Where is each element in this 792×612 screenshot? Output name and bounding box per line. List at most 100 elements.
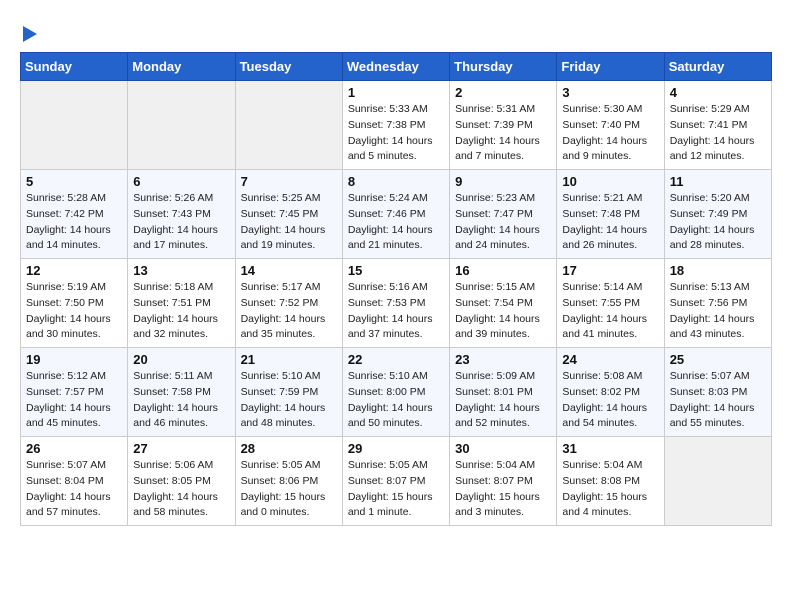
day-info: Sunrise: 5:33 AMSunset: 7:38 PMDaylight:… (348, 102, 444, 165)
day-info: Sunrise: 5:16 AMSunset: 7:53 PMDaylight:… (348, 280, 444, 343)
calendar-week-4: 19Sunrise: 5:12 AMSunset: 7:57 PMDayligh… (21, 348, 772, 437)
day-number: 1 (348, 85, 444, 100)
weekday-header-tuesday: Tuesday (235, 53, 342, 81)
logo (20, 20, 37, 42)
calendar-cell: 10 Sunrise: 5:21 AMSunset: 7:48 PMDayligh… (557, 170, 664, 259)
day-info: Sunrise: 5:15 AMSunset: 7:54 PMDaylight:… (455, 280, 551, 343)
day-number: 30 (455, 441, 551, 456)
calendar-cell: 1 Sunrise: 5:33 AMSunset: 7:38 PMDaylight… (342, 81, 449, 170)
calendar-header: SundayMondayTuesdayWednesdayThursdayFrid… (21, 53, 772, 81)
weekday-header-wednesday: Wednesday (342, 53, 449, 81)
day-number: 27 (133, 441, 229, 456)
calendar-body: 1 Sunrise: 5:33 AMSunset: 7:38 PMDaylight… (21, 81, 772, 526)
weekday-row: SundayMondayTuesdayWednesdayThursdayFrid… (21, 53, 772, 81)
day-number: 2 (455, 85, 551, 100)
day-number: 24 (562, 352, 658, 367)
weekday-header-friday: Friday (557, 53, 664, 81)
day-info: Sunrise: 5:10 AMSunset: 7:59 PMDaylight:… (241, 369, 337, 432)
day-info: Sunrise: 5:07 AMSunset: 8:04 PMDaylight:… (26, 458, 122, 521)
day-number: 13 (133, 263, 229, 278)
day-number: 6 (133, 174, 229, 189)
day-info: Sunrise: 5:11 AMSunset: 7:58 PMDaylight:… (133, 369, 229, 432)
day-number: 3 (562, 85, 658, 100)
day-number: 19 (26, 352, 122, 367)
day-info: Sunrise: 5:04 AMSunset: 8:08 PMDaylight:… (562, 458, 658, 521)
day-number: 20 (133, 352, 229, 367)
day-number: 7 (241, 174, 337, 189)
day-info: Sunrise: 5:09 AMSunset: 8:01 PMDaylight:… (455, 369, 551, 432)
day-number: 26 (26, 441, 122, 456)
calendar-cell: 14 Sunrise: 5:17 AMSunset: 7:52 PMDayligh… (235, 259, 342, 348)
day-info: Sunrise: 5:20 AMSunset: 7:49 PMDaylight:… (670, 191, 766, 254)
day-number: 8 (348, 174, 444, 189)
page-header (20, 20, 772, 42)
day-info: Sunrise: 5:14 AMSunset: 7:55 PMDaylight:… (562, 280, 658, 343)
weekday-header-monday: Monday (128, 53, 235, 81)
day-number: 29 (348, 441, 444, 456)
day-number: 12 (26, 263, 122, 278)
day-info: Sunrise: 5:18 AMSunset: 7:51 PMDaylight:… (133, 280, 229, 343)
day-number: 10 (562, 174, 658, 189)
calendar-cell: 5 Sunrise: 5:28 AMSunset: 7:42 PMDaylight… (21, 170, 128, 259)
day-info: Sunrise: 5:05 AMSunset: 8:06 PMDaylight:… (241, 458, 337, 521)
day-number: 21 (241, 352, 337, 367)
calendar-cell: 15 Sunrise: 5:16 AMSunset: 7:53 PMDayligh… (342, 259, 449, 348)
calendar-cell: 3 Sunrise: 5:30 AMSunset: 7:40 PMDaylight… (557, 81, 664, 170)
calendar-cell: 18Sunrise: 5:13 AMSunset: 7:56 PMDayligh… (664, 259, 771, 348)
calendar-cell: 31Sunrise: 5:04 AMSunset: 8:08 PMDayligh… (557, 437, 664, 526)
day-info: Sunrise: 5:07 AMSunset: 8:03 PMDaylight:… (670, 369, 766, 432)
calendar-cell: 7 Sunrise: 5:25 AMSunset: 7:45 PMDaylight… (235, 170, 342, 259)
day-number: 5 (26, 174, 122, 189)
calendar-cell: 30 Sunrise: 5:04 AMSunset: 8:07 PMDayligh… (450, 437, 557, 526)
calendar-cell: 9Sunrise: 5:23 AMSunset: 7:47 PMDaylight… (450, 170, 557, 259)
calendar-cell: 8 Sunrise: 5:24 AMSunset: 7:46 PMDaylight… (342, 170, 449, 259)
calendar-cell (21, 81, 128, 170)
day-info: Sunrise: 5:05 AMSunset: 8:07 PMDaylight:… (348, 458, 444, 521)
calendar-cell: 17 Sunrise: 5:14 AMSunset: 7:55 PMDayligh… (557, 259, 664, 348)
day-number: 16 (455, 263, 551, 278)
day-number: 14 (241, 263, 337, 278)
day-number: 17 (562, 263, 658, 278)
calendar-cell (664, 437, 771, 526)
calendar-cell: 23Sunrise: 5:09 AMSunset: 8:01 PMDayligh… (450, 348, 557, 437)
calendar-cell: 19Sunrise: 5:12 AMSunset: 7:57 PMDayligh… (21, 348, 128, 437)
day-number: 28 (241, 441, 337, 456)
day-info: Sunrise: 5:28 AMSunset: 7:42 PMDaylight:… (26, 191, 122, 254)
calendar-week-5: 26 Sunrise: 5:07 AMSunset: 8:04 PMDayligh… (21, 437, 772, 526)
weekday-header-saturday: Saturday (664, 53, 771, 81)
calendar-week-2: 5 Sunrise: 5:28 AMSunset: 7:42 PMDaylight… (21, 170, 772, 259)
day-info: Sunrise: 5:31 AMSunset: 7:39 PMDaylight:… (455, 102, 551, 165)
calendar-cell: 13 Sunrise: 5:18 AMSunset: 7:51 PMDayligh… (128, 259, 235, 348)
day-number: 11 (670, 174, 766, 189)
weekday-header-thursday: Thursday (450, 53, 557, 81)
calendar-cell: 12Sunrise: 5:19 AMSunset: 7:50 PMDayligh… (21, 259, 128, 348)
day-info: Sunrise: 5:29 AMSunset: 7:41 PMDaylight:… (670, 102, 766, 165)
calendar-cell: 24 Sunrise: 5:08 AMSunset: 8:02 PMDayligh… (557, 348, 664, 437)
day-info: Sunrise: 5:10 AMSunset: 8:00 PMDaylight:… (348, 369, 444, 432)
calendar-cell: 28 Sunrise: 5:05 AMSunset: 8:06 PMDayligh… (235, 437, 342, 526)
logo-arrow-icon (23, 26, 37, 42)
day-number: 15 (348, 263, 444, 278)
day-number: 25 (670, 352, 766, 367)
calendar-cell: 22 Sunrise: 5:10 AMSunset: 8:00 PMDayligh… (342, 348, 449, 437)
day-number: 22 (348, 352, 444, 367)
calendar-cell (235, 81, 342, 170)
day-info: Sunrise: 5:30 AMSunset: 7:40 PMDaylight:… (562, 102, 658, 165)
calendar-table: SundayMondayTuesdayWednesdayThursdayFrid… (20, 52, 772, 526)
day-info: Sunrise: 5:13 AMSunset: 7:56 PMDaylight:… (670, 280, 766, 343)
day-info: Sunrise: 5:04 AMSunset: 8:07 PMDaylight:… (455, 458, 551, 521)
day-info: Sunrise: 5:25 AMSunset: 7:45 PMDaylight:… (241, 191, 337, 254)
calendar-cell: 16 Sunrise: 5:15 AMSunset: 7:54 PMDayligh… (450, 259, 557, 348)
calendar-cell: 2 Sunrise: 5:31 AMSunset: 7:39 PMDaylight… (450, 81, 557, 170)
calendar-cell: 6 Sunrise: 5:26 AMSunset: 7:43 PMDaylight… (128, 170, 235, 259)
day-number: 4 (670, 85, 766, 100)
day-info: Sunrise: 5:21 AMSunset: 7:48 PMDaylight:… (562, 191, 658, 254)
day-info: Sunrise: 5:08 AMSunset: 8:02 PMDaylight:… (562, 369, 658, 432)
day-info: Sunrise: 5:26 AMSunset: 7:43 PMDaylight:… (133, 191, 229, 254)
calendar-cell (128, 81, 235, 170)
day-info: Sunrise: 5:24 AMSunset: 7:46 PMDaylight:… (348, 191, 444, 254)
day-info: Sunrise: 5:17 AMSunset: 7:52 PMDaylight:… (241, 280, 337, 343)
day-info: Sunrise: 5:06 AMSunset: 8:05 PMDaylight:… (133, 458, 229, 521)
weekday-header-sunday: Sunday (21, 53, 128, 81)
calendar-cell: 27 Sunrise: 5:06 AMSunset: 8:05 PMDayligh… (128, 437, 235, 526)
